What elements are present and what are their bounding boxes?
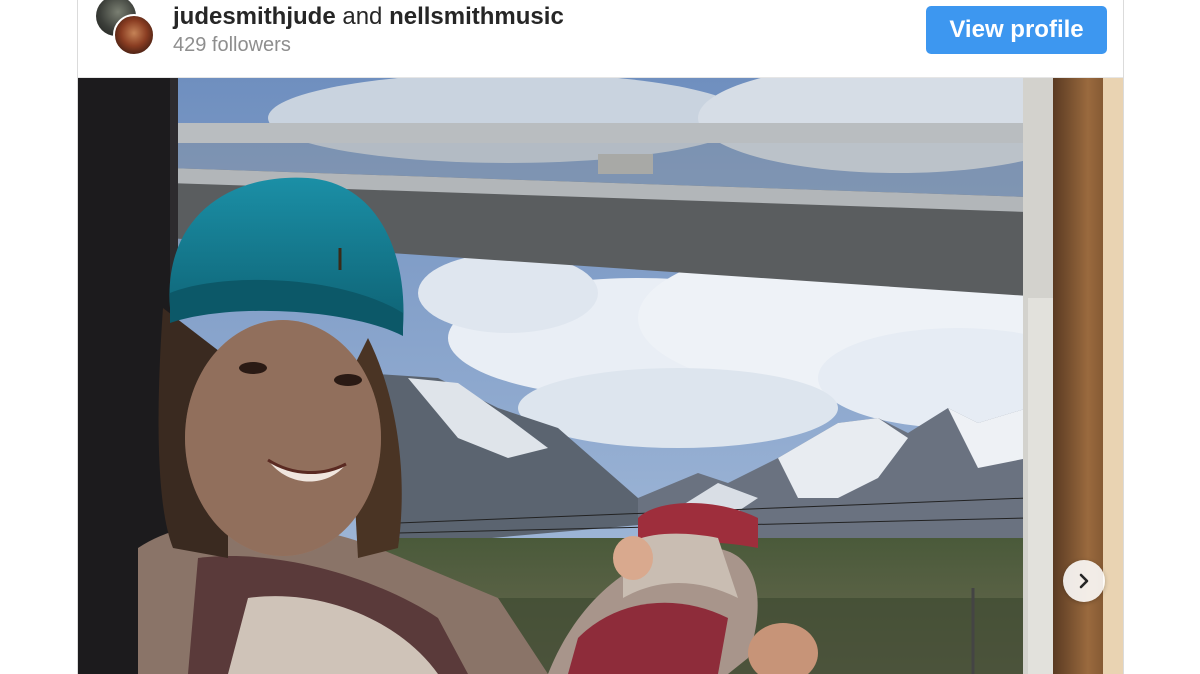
names-joiner: and — [342, 3, 383, 30]
post-photo[interactable] — [78, 78, 1123, 674]
avatar-nellsmithmusic[interactable] — [113, 14, 155, 56]
next-photo-button[interactable] — [1063, 560, 1105, 602]
photo-illustration — [78, 78, 1123, 674]
username-link-2[interactable]: nellsmithmusic — [389, 3, 564, 30]
account-names: judesmithjude and nellsmithmusic — [173, 3, 564, 31]
view-profile-button[interactable]: View profile — [926, 6, 1107, 54]
post-header: judesmithjude and nellsmithmusic 429 fol… — [78, 0, 1123, 78]
username-link-1[interactable]: judesmithjude — [173, 3, 336, 30]
follower-count: 429 followers — [173, 34, 291, 56]
instagram-embed: judesmithjude and nellsmithmusic 429 fol… — [77, 0, 1124, 674]
avatar-group[interactable] — [94, 0, 158, 60]
chevron-right-icon — [1079, 573, 1089, 589]
